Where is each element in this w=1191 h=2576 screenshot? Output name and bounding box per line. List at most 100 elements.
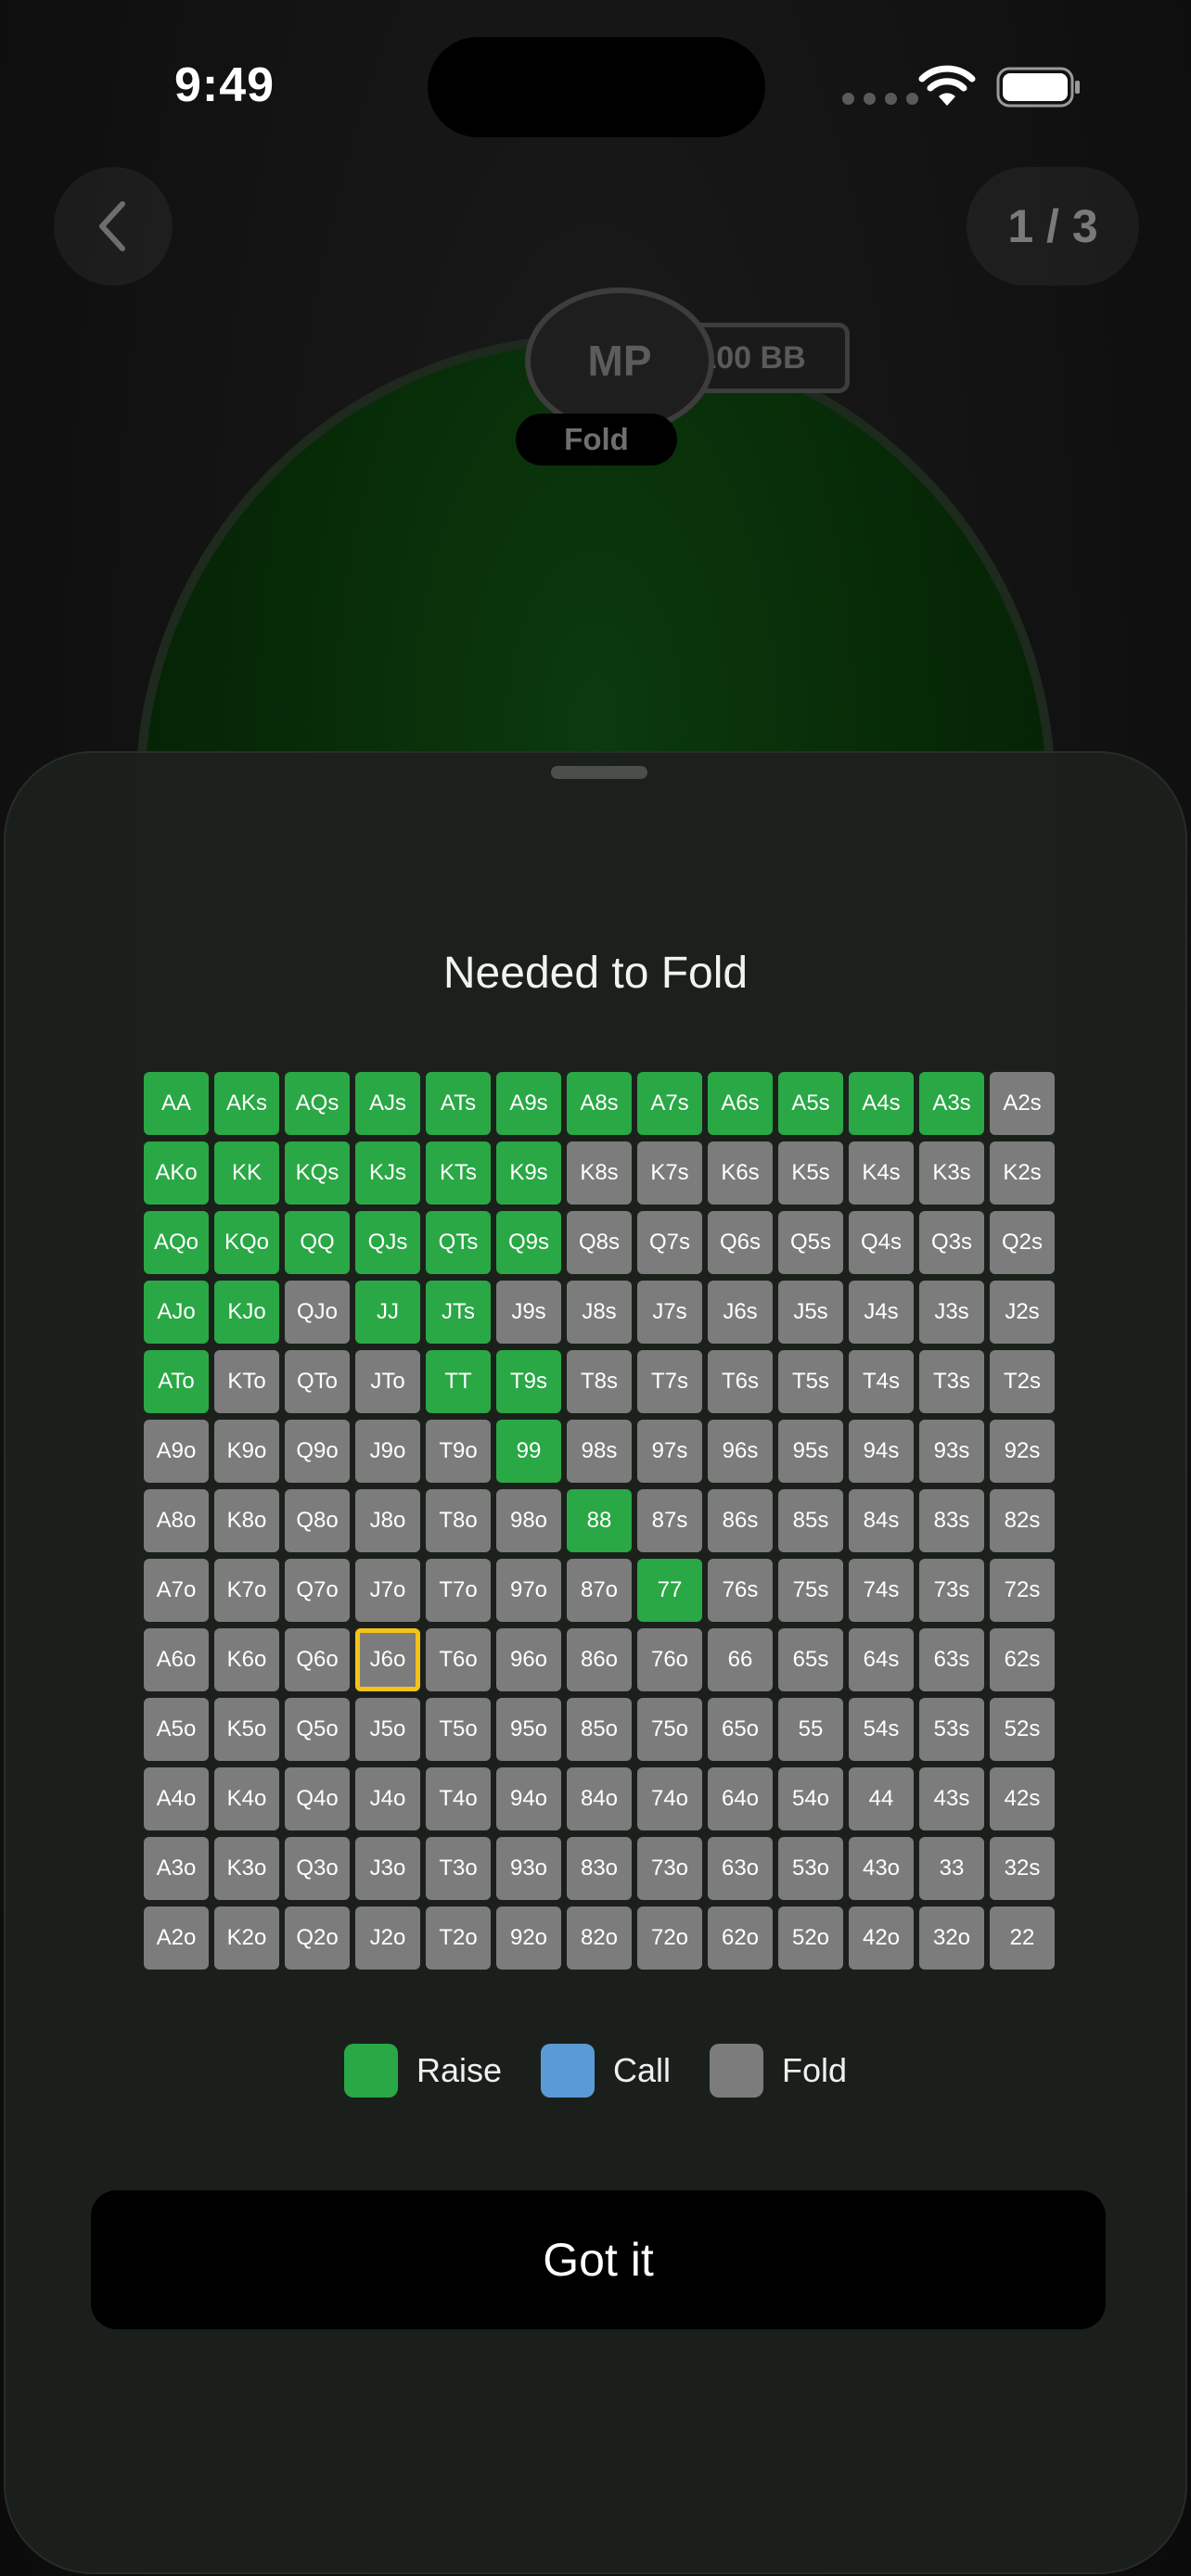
hand-cell[interactable]: 53o — [778, 1837, 843, 1900]
hand-cell[interactable]: 44 — [849, 1767, 914, 1830]
hand-cell[interactable]: 95s — [778, 1420, 843, 1483]
hand-cell[interactable]: J2s — [990, 1281, 1055, 1344]
hand-cell[interactable]: QQ — [285, 1211, 350, 1274]
hand-cell[interactable]: T2s — [990, 1350, 1055, 1413]
hand-cell[interactable]: T2o — [426, 1906, 491, 1970]
hand-cell[interactable]: J2o — [355, 1906, 420, 1970]
hand-cell[interactable]: 42o — [849, 1906, 914, 1970]
hand-cell[interactable]: K7o — [214, 1559, 279, 1622]
hand-cell[interactable]: 74o — [637, 1767, 702, 1830]
hand-cell[interactable]: J7s — [637, 1281, 702, 1344]
hand-cell[interactable]: Q5o — [285, 1698, 350, 1761]
hand-cell[interactable]: 98s — [567, 1420, 632, 1483]
hand-cell[interactable]: T4s — [849, 1350, 914, 1413]
hand-cell[interactable]: K6o — [214, 1628, 279, 1691]
hand-cell[interactable]: 97o — [496, 1559, 561, 1622]
hand-cell[interactable]: AKo — [144, 1141, 209, 1205]
hand-cell[interactable]: Q2o — [285, 1906, 350, 1970]
hand-cell[interactable]: KQs — [285, 1141, 350, 1205]
hand-cell[interactable]: J6s — [708, 1281, 773, 1344]
hand-cell[interactable]: J7o — [355, 1559, 420, 1622]
hand-cell[interactable]: Q6o — [285, 1628, 350, 1691]
hand-cell[interactable]: 64s — [849, 1628, 914, 1691]
hand-cell[interactable]: 62s — [990, 1628, 1055, 1691]
hand-cell[interactable]: KTo — [214, 1350, 279, 1413]
hand-cell[interactable]: Q3s — [919, 1211, 984, 1274]
hand-cell[interactable]: 77 — [637, 1559, 702, 1622]
hand-cell[interactable]: 75s — [778, 1559, 843, 1622]
hand-cell[interactable]: QTs — [426, 1211, 491, 1274]
hand-cell[interactable]: Q6s — [708, 1211, 773, 1274]
hand-cell[interactable]: AQo — [144, 1211, 209, 1274]
hand-cell[interactable]: A8s — [567, 1072, 632, 1135]
hand-cell[interactable]: ATs — [426, 1072, 491, 1135]
hand-cell[interactable]: K5o — [214, 1698, 279, 1761]
hand-cell[interactable]: 33 — [919, 1837, 984, 1900]
hand-cell[interactable]: 94o — [496, 1767, 561, 1830]
hand-cell[interactable]: K5s — [778, 1141, 843, 1205]
hand-cell[interactable]: Q8s — [567, 1211, 632, 1274]
hand-cell[interactable]: K3o — [214, 1837, 279, 1900]
hand-cell[interactable]: AJo — [144, 1281, 209, 1344]
hand-cell[interactable]: J5o — [355, 1698, 420, 1761]
hand-cell[interactable]: 43s — [919, 1767, 984, 1830]
hand-cell[interactable]: Q7s — [637, 1211, 702, 1274]
hand-cell[interactable]: T7s — [637, 1350, 702, 1413]
hand-cell[interactable]: 42s — [990, 1767, 1055, 1830]
hand-cell[interactable]: A4o — [144, 1767, 209, 1830]
hand-cell[interactable]: 53s — [919, 1698, 984, 1761]
hand-cell[interactable]: 62o — [708, 1906, 773, 1970]
hand-cell[interactable]: 98o — [496, 1489, 561, 1552]
hand-cell[interactable]: K7s — [637, 1141, 702, 1205]
hand-cell[interactable]: 93s — [919, 1420, 984, 1483]
hand-cell[interactable]: J9s — [496, 1281, 561, 1344]
hand-cell[interactable]: 92o — [496, 1906, 561, 1970]
got-it-button[interactable]: Got it — [91, 2190, 1106, 2329]
hand-cell[interactable]: A7s — [637, 1072, 702, 1135]
hand-cell[interactable]: QTo — [285, 1350, 350, 1413]
hand-cell[interactable]: A2o — [144, 1906, 209, 1970]
hand-cell[interactable]: Q7o — [285, 1559, 350, 1622]
hand-cell[interactable]: AQs — [285, 1072, 350, 1135]
hand-cell[interactable]: AJs — [355, 1072, 420, 1135]
hand-cell[interactable]: A5s — [778, 1072, 843, 1135]
hand-cell[interactable]: 75o — [637, 1698, 702, 1761]
hand-cell[interactable]: AA — [144, 1072, 209, 1135]
hand-cell[interactable]: 76s — [708, 1559, 773, 1622]
hand-cell[interactable]: 52o — [778, 1906, 843, 1970]
hand-cell[interactable]: Q5s — [778, 1211, 843, 1274]
hand-cell[interactable]: 93o — [496, 1837, 561, 1900]
hand-cell[interactable]: A2s — [990, 1072, 1055, 1135]
hand-cell[interactable]: T8o — [426, 1489, 491, 1552]
hand-cell[interactable]: 88 — [567, 1489, 632, 1552]
hand-cell[interactable]: 96s — [708, 1420, 773, 1483]
hand-cell[interactable]: 97s — [637, 1420, 702, 1483]
hand-cell[interactable]: 85s — [778, 1489, 843, 1552]
hand-cell[interactable]: 87o — [567, 1559, 632, 1622]
hand-cell[interactable]: J5s — [778, 1281, 843, 1344]
hand-cell[interactable]: J9o — [355, 1420, 420, 1483]
hand-cell[interactable]: T5o — [426, 1698, 491, 1761]
hand-cell[interactable]: KK — [214, 1141, 279, 1205]
hand-cell[interactable]: K9o — [214, 1420, 279, 1483]
hand-cell[interactable]: J4s — [849, 1281, 914, 1344]
hand-cell[interactable]: A9s — [496, 1072, 561, 1135]
hand-cell[interactable]: JJ — [355, 1281, 420, 1344]
hand-cell[interactable]: 74s — [849, 1559, 914, 1622]
hand-cell[interactable]: 55 — [778, 1698, 843, 1761]
hand-cell[interactable]: 22 — [990, 1906, 1055, 1970]
hand-cell[interactable]: 32s — [990, 1837, 1055, 1900]
hand-cell[interactable]: J4o — [355, 1767, 420, 1830]
hand-cell[interactable]: Q3o — [285, 1837, 350, 1900]
hand-cell[interactable]: 72s — [990, 1559, 1055, 1622]
hand-cell[interactable]: KJo — [214, 1281, 279, 1344]
hand-cell[interactable]: 64o — [708, 1767, 773, 1830]
hand-cell[interactable]: K2s — [990, 1141, 1055, 1205]
hand-cell[interactable]: TT — [426, 1350, 491, 1413]
hand-cell[interactable]: 65o — [708, 1698, 773, 1761]
hand-cell[interactable]: A7o — [144, 1559, 209, 1622]
hand-cell[interactable]: 32o — [919, 1906, 984, 1970]
hand-cell[interactable]: Q8o — [285, 1489, 350, 1552]
hand-cell[interactable]: 84o — [567, 1767, 632, 1830]
hand-cell[interactable]: A8o — [144, 1489, 209, 1552]
